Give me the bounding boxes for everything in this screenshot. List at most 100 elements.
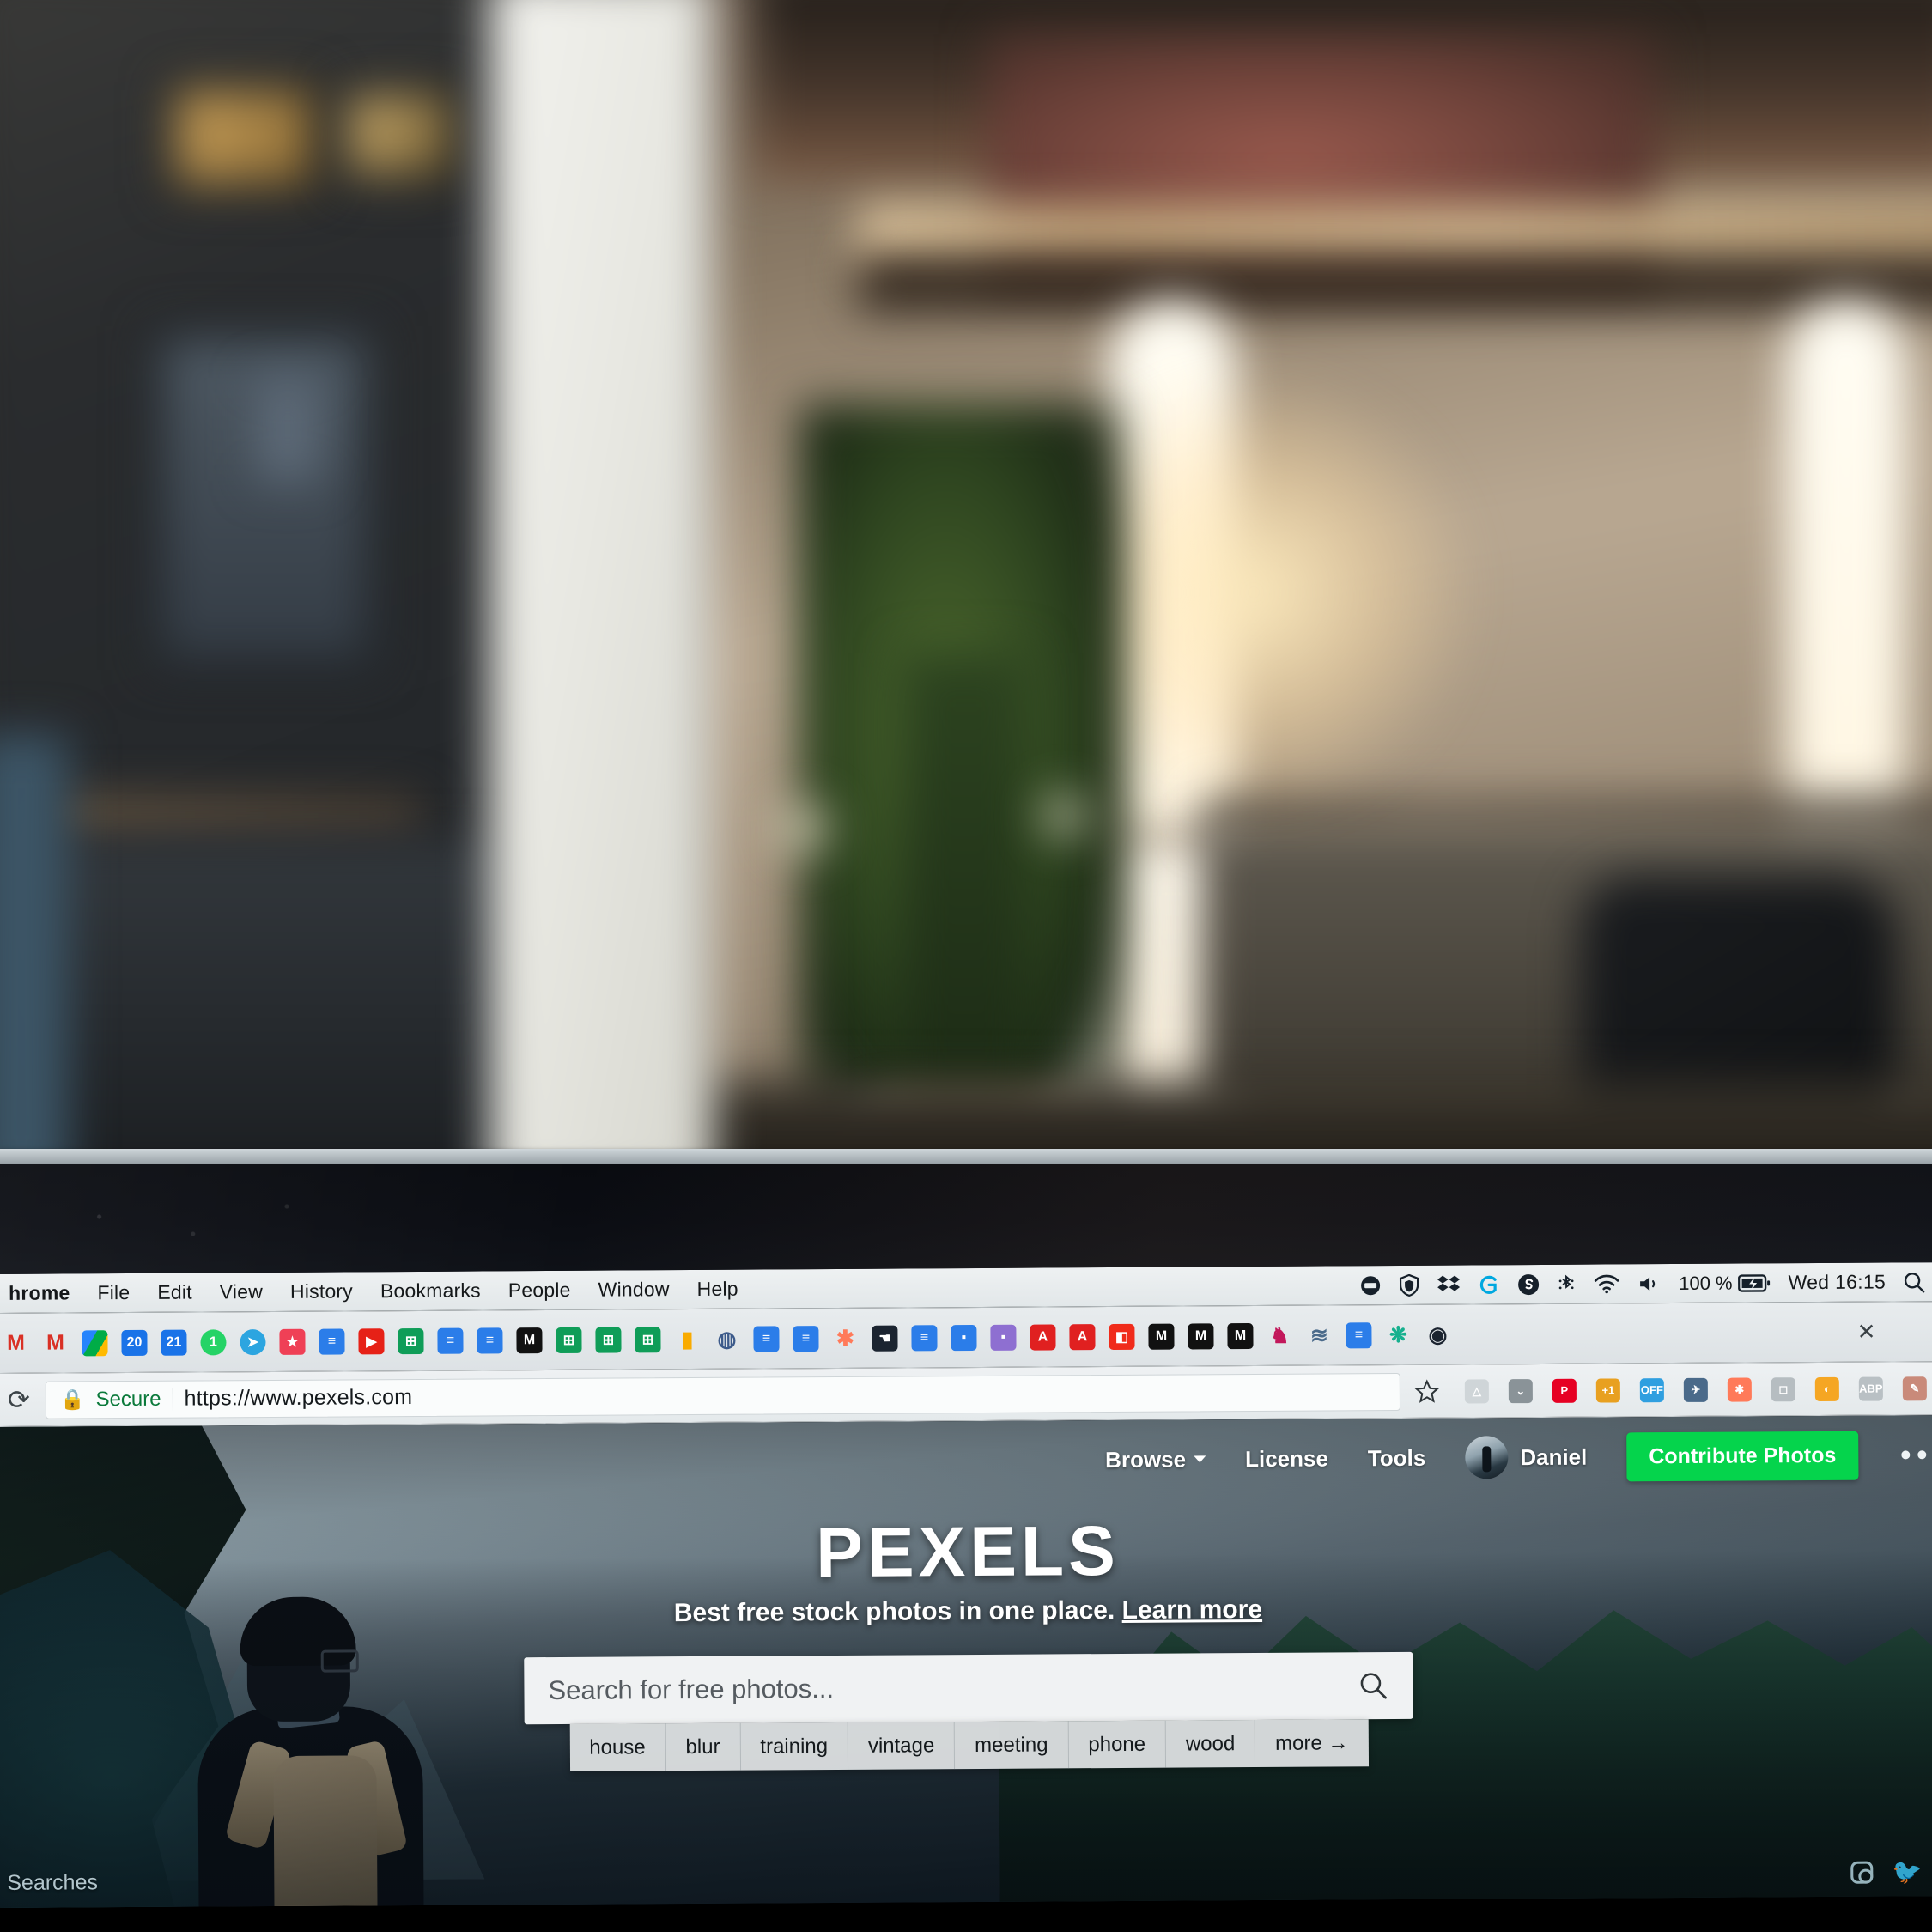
bookmark-camera-shutter[interactable]: ◉ xyxy=(1419,1315,1456,1353)
adblock-plus-extension-glyph: ABP xyxy=(1858,1376,1883,1401)
grammarly-plusone-extension[interactable]: +1 xyxy=(1594,1376,1623,1405)
tag-more[interactable]: more → xyxy=(1255,1719,1369,1767)
bookmark-google-sheets-1[interactable]: ⊞ xyxy=(392,1321,429,1359)
honey-extension[interactable]: ◐ xyxy=(1813,1374,1842,1403)
bookmark-google-analytics[interactable]: ▮ xyxy=(668,1320,706,1358)
notes-extension[interactable]: ✎ xyxy=(1900,1374,1929,1403)
menu-view[interactable]: View xyxy=(220,1280,263,1303)
bookmark-google-docs-5[interactable]: ≡ xyxy=(787,1320,824,1358)
contribute-photos-button[interactable]: Contribute Photos xyxy=(1626,1431,1859,1481)
bookmark-google-docs-3[interactable]: ≡ xyxy=(471,1321,508,1359)
bookmark-horse-logo[interactable]: ♞ xyxy=(1261,1316,1298,1354)
bookmark-gmail-1[interactable]: M xyxy=(0,1324,35,1362)
bookmark-google-calendar-20[interactable]: 20 xyxy=(115,1323,153,1361)
user-account[interactable]: Daniel xyxy=(1465,1436,1587,1479)
bookmark-adobe-2[interactable]: A xyxy=(1063,1318,1101,1356)
bookmark-steemit[interactable]: ≋ xyxy=(1300,1316,1338,1354)
nav-license[interactable]: License xyxy=(1245,1445,1328,1473)
bookmark-google-docs-4[interactable]: ≡ xyxy=(747,1320,785,1358)
bookmark-medium-2[interactable]: M xyxy=(1142,1317,1180,1355)
bookmark-whatsapp[interactable]: 1 xyxy=(194,1323,232,1361)
menu-bookmarks[interactable]: Bookmarks xyxy=(380,1279,481,1303)
bookmark-google-docs-7[interactable]: ≡ xyxy=(1340,1316,1377,1354)
social-links: 🐦 xyxy=(1850,1858,1922,1885)
bookmark-google-sheets-2[interactable]: ⊞ xyxy=(550,1321,587,1358)
youtube-icon: ▶ xyxy=(358,1327,385,1354)
bookmark-medium-1[interactable]: M xyxy=(510,1321,548,1359)
screen-recorder-icon[interactable] xyxy=(1359,1274,1382,1297)
hubspot-sprocket-icon: ✱ xyxy=(835,1326,855,1351)
dropbox-icon[interactable] xyxy=(1437,1273,1461,1296)
bookmark-google-docs-1[interactable]: ≡ xyxy=(313,1322,350,1360)
lastpass-shield-extension[interactable]: ⌄ xyxy=(1506,1376,1535,1406)
nav-browse[interactable]: Browse xyxy=(1105,1446,1206,1473)
bookmark-adobe-xd[interactable]: ◧ xyxy=(1103,1317,1140,1355)
twitter-icon[interactable]: 🐦 xyxy=(1892,1858,1922,1885)
bookmark-google-calendar-21[interactable]: 21 xyxy=(155,1323,192,1361)
bookmark-medium-3[interactable]: M xyxy=(1182,1317,1219,1355)
drive-extension[interactable]: △ xyxy=(1462,1376,1492,1406)
menu-edit[interactable]: Edit xyxy=(157,1281,192,1304)
search-input[interactable]: Search for free photos... xyxy=(524,1651,1413,1725)
bookmark-google-drive[interactable] xyxy=(76,1324,113,1362)
bookmark-google-sheets-3[interactable]: ⊞ xyxy=(589,1321,627,1358)
volume-icon[interactable] xyxy=(1637,1273,1662,1294)
bookmark-google-docs-2[interactable]: ≡ xyxy=(431,1321,469,1359)
tag-vintage[interactable]: vintage xyxy=(848,1722,956,1770)
learn-more-link[interactable]: Learn more xyxy=(1122,1595,1263,1625)
google-docs-5-icon: ≡ xyxy=(793,1325,819,1352)
search-icon[interactable] xyxy=(1358,1670,1388,1701)
bookmark-shutterstock[interactable]: ❋ xyxy=(1379,1315,1417,1353)
bookmark-gmail-2[interactable]: M xyxy=(36,1324,74,1362)
evernote-extension[interactable]: ◻ xyxy=(1769,1375,1798,1404)
tab-close-icon[interactable]: ✕ xyxy=(1857,1318,1932,1346)
adblock-off-extension[interactable]: OFF xyxy=(1637,1376,1667,1405)
menu-help[interactable]: Help xyxy=(697,1278,738,1301)
bookmark-google-docs-6[interactable]: ≡ xyxy=(905,1319,943,1357)
pinterest-save-extension[interactable]: P xyxy=(1550,1376,1579,1405)
bookmark-hand-cursor[interactable]: ☚ xyxy=(866,1319,903,1357)
bookmark-google-sheets-4[interactable]: ⊞ xyxy=(629,1321,666,1358)
vpn-shield-icon[interactable] xyxy=(1399,1273,1419,1297)
tag-phone[interactable]: phone xyxy=(1068,1720,1167,1769)
bookmark-analytics-bars-2[interactable]: ▪ xyxy=(984,1318,1022,1356)
tag-meeting[interactable]: meeting xyxy=(955,1721,1069,1770)
bookmark-search-console[interactable]: ◍ xyxy=(708,1320,745,1358)
bookmark-analytics-bars-1[interactable]: ▪ xyxy=(945,1318,982,1356)
tag-blur[interactable]: blur xyxy=(665,1722,741,1771)
instagram-icon[interactable] xyxy=(1850,1861,1874,1884)
menubar-clock[interactable]: Wed 16:15 xyxy=(1788,1271,1886,1295)
logitech-g-icon[interactable] xyxy=(1478,1273,1500,1296)
menu-history[interactable]: History xyxy=(290,1279,353,1303)
pexels-webpage: Browse License Tools Daniel Contribute P… xyxy=(0,1415,1932,1908)
bookmark-star-icon[interactable] xyxy=(1413,1376,1442,1406)
menu-app-chrome[interactable]: hrome xyxy=(9,1281,70,1304)
bookmark-youtube[interactable]: ▶ xyxy=(352,1322,390,1360)
tag-house[interactable]: house xyxy=(569,1723,666,1771)
nav-tools[interactable]: Tools xyxy=(1368,1444,1426,1471)
tag-wood[interactable]: wood xyxy=(1165,1720,1256,1768)
bookmark-hubspot-sprocket[interactable]: ✱ xyxy=(826,1319,864,1357)
battery-status[interactable]: 100 % xyxy=(1679,1272,1771,1295)
bookmark-telegram[interactable]: ➤ xyxy=(234,1323,271,1361)
hubspot-extension[interactable]: ✱ xyxy=(1725,1375,1754,1404)
menu-people[interactable]: People xyxy=(508,1279,571,1302)
bookmark-medium-4[interactable]: M xyxy=(1221,1316,1259,1354)
menu-window[interactable]: Window xyxy=(598,1278,670,1302)
pinterest-save-extension-glyph: P xyxy=(1552,1378,1577,1403)
wifi-icon[interactable] xyxy=(1593,1273,1620,1294)
more-dots-icon[interactable] xyxy=(1898,1450,1927,1460)
mailtrack-extension[interactable]: ✈ xyxy=(1681,1375,1710,1404)
menu-file[interactable]: File xyxy=(97,1281,130,1304)
reload-icon[interactable]: ⟳ xyxy=(4,1384,33,1415)
tag-training[interactable]: training xyxy=(740,1722,849,1771)
skype-icon[interactable] xyxy=(1517,1273,1540,1295)
adblock-plus-extension[interactable]: ABP xyxy=(1856,1374,1886,1403)
spotlight-search-icon[interactable] xyxy=(1903,1271,1925,1293)
address-bar[interactable]: 🔒 Secure https://www.pexels.com xyxy=(45,1372,1400,1419)
bookmark-adobe-1[interactable]: A xyxy=(1024,1318,1061,1356)
bluetooth-icon[interactable] xyxy=(1557,1273,1576,1295)
searches-label: Searches xyxy=(7,1870,99,1895)
bookmark-pocket[interactable]: ★ xyxy=(273,1322,311,1360)
lock-icon: 🔒 xyxy=(59,1388,85,1411)
